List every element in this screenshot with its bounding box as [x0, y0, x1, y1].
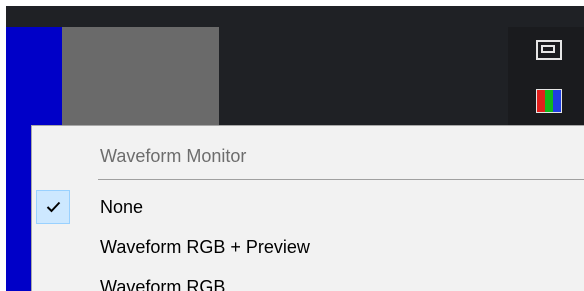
rgb-channels-icon[interactable]: [536, 89, 562, 113]
checkmark-icon: [46, 201, 61, 213]
menu-item-none[interactable]: None: [32, 190, 584, 224]
menu-item-label: None: [100, 197, 144, 217]
menu-item-waveform-rgb-preview[interactable]: Waveform RGB + Preview: [32, 230, 584, 264]
app-window: Waveform Monitor None Waveform RGB + Pre…: [0, 0, 584, 291]
checkmark-highlight: [36, 190, 70, 224]
gray-preview-thumbnail: [62, 27, 219, 128]
menu-item-label: Waveform RGB + Preview: [100, 237, 310, 257]
menu-item-label: Waveform RGB: [100, 277, 226, 291]
menu-header: Waveform Monitor: [100, 146, 247, 166]
waveform-context-menu: Waveform Monitor None Waveform RGB + Pre…: [31, 125, 584, 291]
menu-item-waveform-rgb[interactable]: Waveform RGB: [32, 270, 584, 291]
display-frame-icon[interactable]: [536, 40, 562, 60]
menu-separator: [98, 179, 584, 180]
